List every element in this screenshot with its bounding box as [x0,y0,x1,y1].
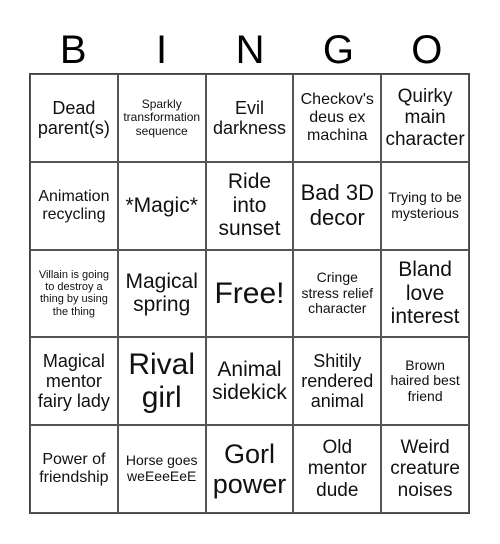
bingo-cell[interactable]: Shitily rendered animal [293,337,382,426]
bingo-cell[interactable]: Dead parent(s) [30,74,118,162]
bingo-cell[interactable]: Bad 3D decor [293,161,382,250]
bingo-cell[interactable]: Animal sidekick [205,337,294,426]
bingo-cell[interactable]: Ride into sunset [205,161,294,250]
bingo-cell[interactable]: Trying to be mysterious [381,161,469,250]
bingo-cell[interactable]: Bland love interest [381,249,469,338]
bingo-cell[interactable]: Brown haired best friend [381,337,469,426]
bingo-cell[interactable]: Old mentor dude [293,425,382,513]
bingo-cell[interactable]: Magical spring [117,249,206,338]
bingo-cell[interactable]: Cringe stress relief character [293,249,382,338]
bingo-cell[interactable]: Magical mentor fairy lady [30,337,118,426]
header-letter-b: B [59,28,87,72]
bingo-cell[interactable]: Quirky main character [381,74,469,162]
bingo-cell[interactable]: Sparkly transformation sequence [117,74,206,162]
bingo-cell[interactable]: Horse goes weEeeEeE [117,425,206,513]
bingo-cell[interactable]: Weird creature noises [381,425,469,513]
bingo-grid: Dead parent(s) Sparkly transformation se… [29,73,470,514]
header-letter-o: O [411,28,443,72]
bingo-cell[interactable]: Animation recycling [30,161,118,250]
bingo-header: B I N G O [29,28,471,72]
header-letter-n: N [235,28,265,72]
bingo-cell[interactable]: Rival girl [117,337,206,426]
bingo-cell[interactable]: Villain is going to destroy a thing by u… [30,249,118,338]
header-letter-g: G [322,28,354,72]
bingo-cell[interactable]: Power of friendship [30,425,118,513]
bingo-cell[interactable]: Checkov's deus ex machina [293,74,382,162]
bingo-free-cell[interactable]: Free! [205,249,294,338]
bingo-cell[interactable]: Gorl power [205,425,294,513]
header-letter-i: I [156,28,168,72]
bingo-cell[interactable]: *Magic* [117,161,206,250]
bingo-cell[interactable]: Evil darkness [205,74,294,162]
